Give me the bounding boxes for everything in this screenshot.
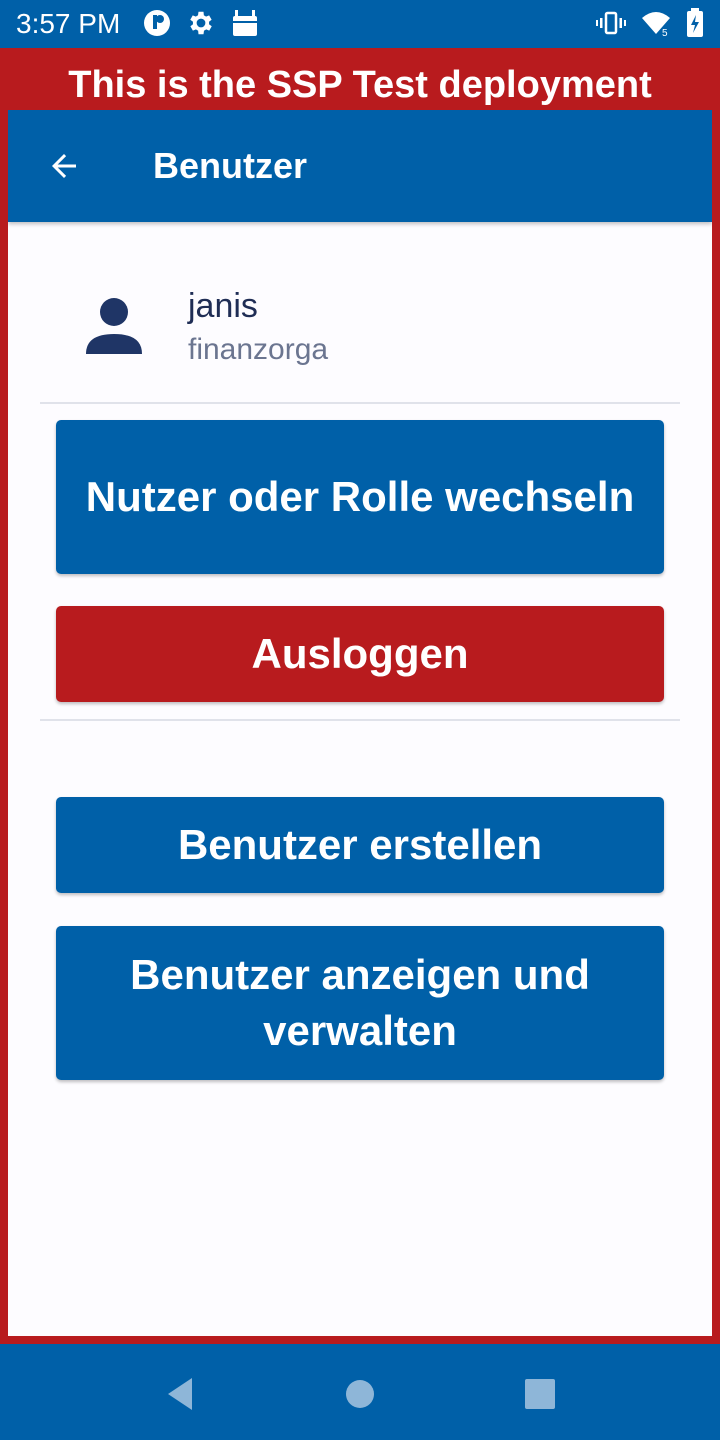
manage-users-button[interactable]: Benutzer anzeigen und verwalten	[56, 926, 664, 1080]
user-organization: finanzorga	[188, 333, 329, 366]
back-nav-icon[interactable]	[160, 1374, 200, 1414]
arrow-back-icon	[52, 154, 76, 178]
status-bar: 3:57 PM 5	[0, 0, 720, 48]
settings-icon	[190, 11, 212, 35]
create-user-button[interactable]: Benutzer erstellen	[56, 797, 664, 893]
person-icon	[86, 298, 142, 354]
status-time: 3:57 PM	[16, 8, 121, 39]
home-nav-icon[interactable]	[340, 1374, 380, 1414]
app-content: Benutzer janis finanzorga Nutzer oder Ro…	[8, 110, 712, 1336]
battery-icon	[687, 8, 703, 37]
svg-text:5: 5	[662, 28, 668, 38]
back-button[interactable]	[36, 138, 92, 194]
wifi-icon: 5	[642, 12, 670, 38]
app-notification-icon	[144, 10, 170, 36]
vibrate-icon	[596, 11, 626, 35]
page-title: Benutzer	[153, 145, 308, 186]
app-bar: Benutzer	[8, 110, 712, 222]
divider	[40, 402, 680, 404]
recents-nav-icon[interactable]	[520, 1374, 560, 1414]
test-deployment-banner: This is the SSP Test deployment	[68, 64, 652, 106]
user-name: janis	[188, 287, 258, 325]
navigation-bar	[0, 1344, 720, 1440]
android-icon	[233, 10, 257, 36]
logout-button[interactable]: Ausloggen	[56, 606, 664, 702]
switch-user-button[interactable]: Nutzer oder Rolle wechseln	[56, 420, 664, 574]
divider	[40, 719, 680, 721]
